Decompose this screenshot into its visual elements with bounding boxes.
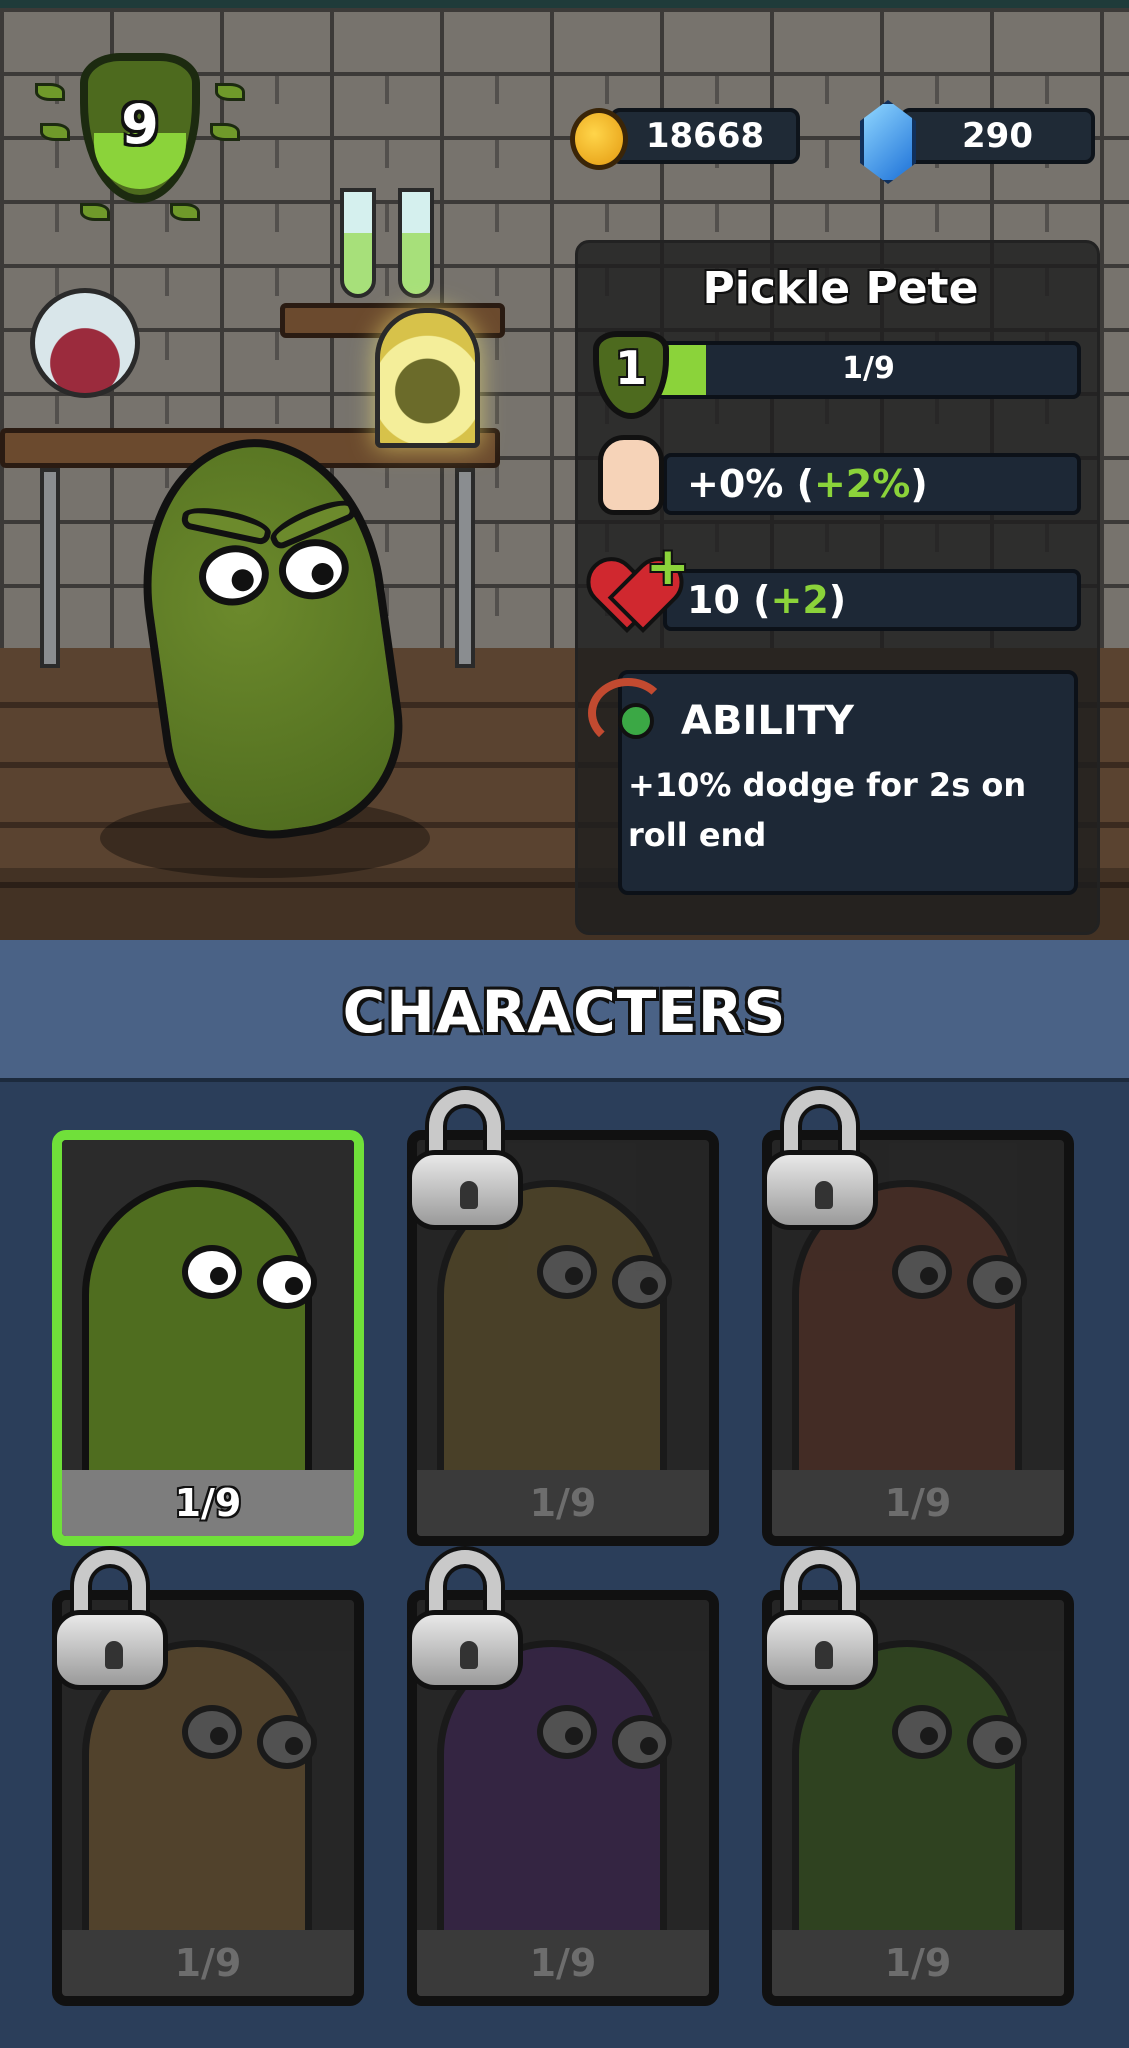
player-level: 9: [121, 93, 159, 156]
character-card-pickle[interactable]: 1/9: [52, 1130, 364, 1546]
power-stat-value: +0% (+2%): [687, 462, 928, 506]
eye: [967, 1255, 1027, 1309]
xp-bar: 1/9: [656, 341, 1081, 399]
eye: [612, 1715, 672, 1769]
pupil: [285, 1277, 303, 1295]
character-name: Pickle Pete: [702, 263, 979, 314]
leaf-icon: [170, 203, 200, 221]
fist-icon: [598, 435, 664, 515]
health-stat-value: 10 (+2): [687, 578, 847, 622]
eye: [537, 1705, 597, 1759]
keyhole: [815, 1641, 833, 1669]
table-leg: [40, 468, 60, 668]
pupil: [210, 1267, 228, 1285]
pupil: [920, 1267, 938, 1285]
lock-body: [407, 1150, 523, 1230]
lock-icon: [762, 1090, 878, 1230]
characters-header: CHARACTERS: [0, 940, 1129, 1082]
glowing-jar-icon: [375, 308, 480, 448]
pupil: [285, 1737, 303, 1755]
runner-icon: [618, 703, 654, 739]
keyhole: [105, 1641, 123, 1669]
card-progress: 1/9: [62, 1470, 354, 1536]
flask-icon: [30, 288, 140, 398]
leaf-icon: [40, 123, 70, 141]
lock-icon: [407, 1090, 523, 1230]
lock-icon: [407, 1550, 523, 1690]
coin-counter[interactable]: 18668: [610, 108, 800, 164]
character-scene: 9 18668 290 Pickle Pete 1/9 1 +0% (+2%) …: [0, 0, 1129, 940]
leaf-icon: [80, 203, 110, 221]
pupil: [640, 1737, 658, 1755]
eye: [257, 1255, 317, 1309]
leaf-icon: [215, 83, 245, 101]
card-progress: 1/9: [417, 1930, 709, 1996]
eye: [967, 1715, 1027, 1769]
card-progress: 1/9: [417, 1470, 709, 1536]
keyhole: [815, 1181, 833, 1209]
card-progress: 1/9: [62, 1930, 354, 1996]
leaf-icon: [210, 123, 240, 141]
coin-icon: [570, 108, 628, 170]
card-progress: 1/9: [772, 1470, 1064, 1536]
xp-text: 1/9: [842, 351, 895, 386]
pupil: [995, 1277, 1013, 1295]
lock-body: [762, 1610, 878, 1690]
eye: [612, 1255, 672, 1309]
gem-amount: 290: [962, 116, 1033, 156]
health-bonus: +2: [770, 578, 829, 622]
pupil: [565, 1727, 583, 1745]
pupil: [920, 1727, 938, 1745]
plus-icon: +: [646, 537, 690, 597]
eye: [195, 540, 273, 610]
player-level-badge[interactable]: 9: [35, 53, 245, 221]
eye: [257, 1715, 317, 1769]
brow: [179, 501, 274, 546]
keyhole: [460, 1641, 478, 1669]
pupil: [230, 567, 256, 593]
ability-description: +10% dodge for 2s on roll end: [628, 766, 1027, 854]
character-portrait: [62, 1140, 354, 1510]
pupil: [640, 1277, 658, 1295]
section-title: CHARACTERS: [342, 978, 787, 1046]
coin-amount: 18668: [645, 116, 765, 156]
character-stats-panel: Pickle Pete 1/9 1 +0% (+2%) 10 (+2) + AB…: [575, 240, 1100, 935]
pupil: [210, 1727, 228, 1745]
card-progress: 1/9: [772, 1930, 1064, 1996]
eye: [182, 1705, 242, 1759]
lock-body: [407, 1610, 523, 1690]
gem-counter[interactable]: 290: [900, 108, 1095, 164]
pupil: [310, 561, 336, 587]
keyhole: [460, 1181, 478, 1209]
character-level: 1: [614, 341, 647, 395]
eye: [892, 1245, 952, 1299]
pickle-character-icon: [82, 1180, 312, 1510]
leaf-icon: [35, 83, 65, 101]
pupil: [565, 1267, 583, 1285]
lock-body: [52, 1610, 168, 1690]
eye: [537, 1245, 597, 1299]
eye: [892, 1705, 952, 1759]
eye: [182, 1245, 242, 1299]
lock-body: [762, 1150, 878, 1230]
ability-title: ABILITY: [681, 698, 854, 744]
lock-icon: [52, 1550, 168, 1690]
test-tube-icon: [398, 188, 434, 298]
table-leg: [455, 468, 475, 668]
health-stat-bar: 10 (+2): [663, 569, 1081, 631]
pupil: [995, 1737, 1013, 1755]
lock-icon: [762, 1550, 878, 1690]
test-tube-icon: [340, 188, 376, 298]
power-bonus: +2%: [813, 462, 911, 506]
power-stat-bar: +0% (+2%): [663, 453, 1081, 515]
